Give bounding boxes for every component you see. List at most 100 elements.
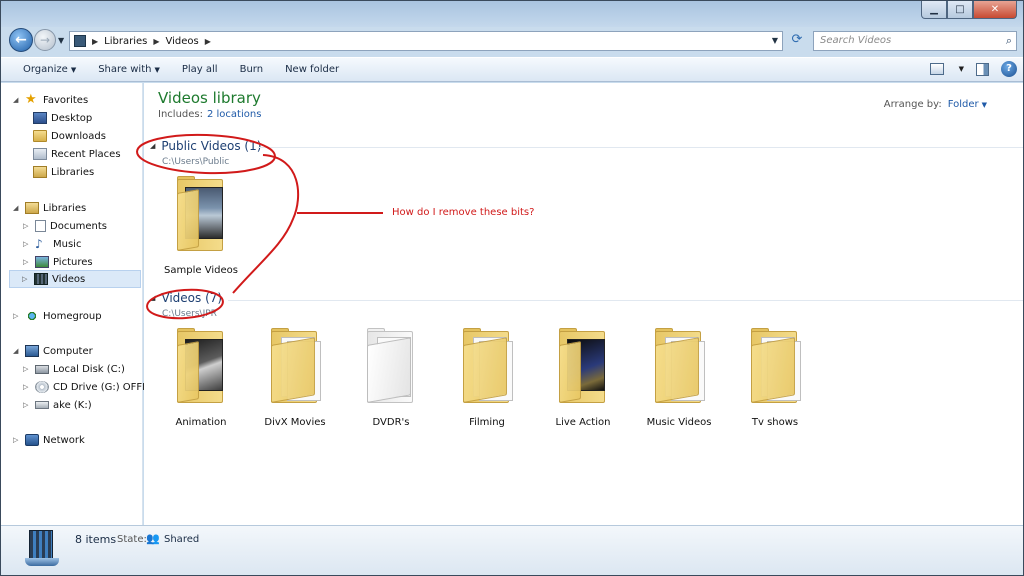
view-dropdown-icon[interactable]: ▼: [959, 65, 964, 73]
expand-arrow-icon[interactable]: ▷: [23, 401, 31, 409]
forward-button[interactable]: →: [34, 29, 56, 51]
state-label: State:: [117, 534, 147, 545]
expand-arrow-icon[interactable]: ▷: [23, 240, 31, 248]
annotation-note: How do I remove these bits?: [392, 207, 535, 218]
command-bar-right: ▼ ?: [929, 61, 1017, 77]
library-includes: Includes: 2 locations: [158, 109, 262, 120]
collapse-arrow-icon[interactable]: ◢: [150, 294, 155, 302]
folder-icon: [459, 328, 515, 407]
folder-label: Animation: [175, 417, 227, 428]
breadcrumb-chevron-icon[interactable]: ▶: [205, 37, 211, 46]
share-with-button[interactable]: Share with ▼: [87, 64, 171, 75]
group-header-videos[interactable]: ◢ Videos (7): [150, 291, 222, 305]
folder-label: Filming: [469, 417, 505, 428]
folder-item[interactable]: Live Action: [539, 328, 627, 428]
expand-arrow-icon[interactable]: ▷: [23, 258, 31, 266]
arrange-by-dropdown[interactable]: Folder: [948, 99, 979, 110]
folder-icon: [267, 328, 323, 407]
expand-arrow-icon[interactable]: ▷: [22, 275, 30, 283]
folder-item[interactable]: Sample Videos: [157, 176, 245, 276]
folder-icon: [651, 328, 707, 407]
tree-homegroup[interactable]: ▷ Homegroup: [13, 307, 102, 325]
maximize-button[interactable]: □: [947, 1, 973, 19]
tree-item-videos[interactable]: ▷ Videos: [9, 270, 141, 288]
group-divider: [258, 147, 1023, 148]
breadcrumb-chevron-icon[interactable]: ▶: [153, 37, 159, 46]
item-count: 8 items: [75, 533, 117, 546]
search-icon[interactable]: ⌕: [1006, 34, 1012, 48]
tree-libraries[interactable]: ◢ Libraries: [13, 199, 86, 217]
title-bar: ▁ □ ✕: [1, 1, 1023, 27]
caret-down-icon: ▼: [70, 66, 77, 74]
documents-icon: [35, 220, 46, 232]
network-icon: [25, 434, 39, 446]
navigation-row: ← → ▼ ▶ Libraries ▶ Videos ▶ ▼ ⟳ Search …: [1, 27, 1023, 55]
help-icon[interactable]: ?: [1001, 61, 1017, 77]
video-library-icon: [25, 530, 59, 570]
group-header-public-videos[interactable]: ◢ Public Videos (1): [150, 139, 261, 153]
play-all-button[interactable]: Play all: [171, 64, 229, 75]
hard-disk-icon: [35, 364, 49, 374]
search-placeholder: Search Videos: [820, 35, 892, 46]
pictures-icon: [35, 256, 49, 268]
collapse-arrow-icon[interactable]: ◢: [13, 96, 21, 104]
caret-down-icon: ▼: [154, 66, 160, 74]
collapse-arrow-icon[interactable]: ◢: [13, 347, 21, 355]
folder-item[interactable]: Tv shows: [731, 328, 819, 428]
expand-arrow-icon[interactable]: ▷: [13, 312, 21, 320]
desktop-icon: [33, 112, 47, 124]
caret-down-icon[interactable]: ▼: [982, 101, 987, 109]
folder-icon: [173, 176, 229, 255]
preview-pane-icon[interactable]: [976, 62, 989, 76]
folder-label: Sample Videos: [164, 265, 238, 276]
expand-arrow-icon[interactable]: ▷: [13, 436, 21, 444]
tree-item-documents[interactable]: ▷ Documents: [23, 217, 107, 235]
folder-label: Live Action: [555, 417, 611, 428]
group-title: Public Videos (1): [161, 139, 262, 153]
back-button[interactable]: ←: [9, 28, 33, 52]
collapse-arrow-icon[interactable]: ◢: [150, 142, 155, 150]
folder-item[interactable]: Filming: [443, 328, 531, 428]
star-icon: ★: [25, 92, 37, 107]
search-input[interactable]: Search Videos ⌕: [813, 31, 1017, 51]
tree-item-recent-places[interactable]: Recent Places: [33, 145, 121, 163]
tree-item-pictures[interactable]: ▷ Pictures: [23, 253, 93, 271]
breadcrumb-videos[interactable]: Videos: [166, 36, 199, 47]
burn-button[interactable]: Burn: [229, 64, 274, 75]
recent-pages-dropdown-icon[interactable]: ▼: [58, 36, 64, 45]
minimize-button[interactable]: ▁: [921, 1, 947, 19]
refresh-icon[interactable]: ⟳: [787, 32, 807, 50]
tree-item-cd-drive[interactable]: ▷ CD Drive (G:) OFFICE: [23, 378, 158, 396]
tree-favorites[interactable]: ◢ ★ Favorites: [13, 91, 88, 109]
tree-network[interactable]: ▷ Network: [13, 431, 85, 449]
tree-item-music[interactable]: ▷ ♪ Music: [23, 235, 81, 253]
library-video-icon: [74, 35, 86, 47]
breadcrumb-libraries[interactable]: Libraries: [104, 36, 147, 47]
address-dropdown-icon[interactable]: ▼: [772, 36, 778, 45]
folder-label: DVDR's: [372, 417, 410, 428]
caption-buttons: ▁ □ ✕: [921, 1, 1017, 19]
content-pane: Videos library Includes: 2 locations Arra…: [144, 83, 1023, 525]
expand-arrow-icon[interactable]: ▷: [23, 222, 31, 230]
folder-item[interactable]: DVDR's: [347, 328, 435, 428]
expand-arrow-icon[interactable]: ▷: [23, 365, 31, 373]
state-value: Shared: [164, 534, 200, 545]
tree-item-local-disk[interactable]: ▷ Local Disk (C:): [23, 360, 125, 378]
new-folder-button[interactable]: New folder: [274, 64, 350, 75]
tree-computer[interactable]: ◢ Computer: [13, 342, 93, 360]
tree-item-ake-drive[interactable]: ▷ ake (K:): [23, 396, 92, 414]
folder-item[interactable]: Music Videos: [635, 328, 723, 428]
collapse-arrow-icon[interactable]: ◢: [13, 204, 21, 212]
expand-arrow-icon[interactable]: ▷: [23, 383, 31, 391]
locations-link[interactable]: 2 locations: [207, 109, 261, 120]
close-button[interactable]: ✕: [973, 1, 1017, 19]
tree-item-downloads[interactable]: Downloads: [33, 127, 106, 145]
folder-item[interactable]: Animation: [157, 328, 245, 428]
folder-item[interactable]: DivX Movies: [251, 328, 339, 428]
organize-button[interactable]: Organize ▼: [1, 64, 87, 75]
address-bar[interactable]: ▶ Libraries ▶ Videos ▶ ▼: [69, 31, 783, 51]
tree-item-libraries-fav[interactable]: Libraries: [33, 163, 94, 181]
breadcrumb-chevron-icon[interactable]: ▶: [92, 37, 98, 46]
change-view-icon[interactable]: [929, 63, 944, 75]
tree-item-desktop[interactable]: Desktop: [33, 109, 92, 127]
